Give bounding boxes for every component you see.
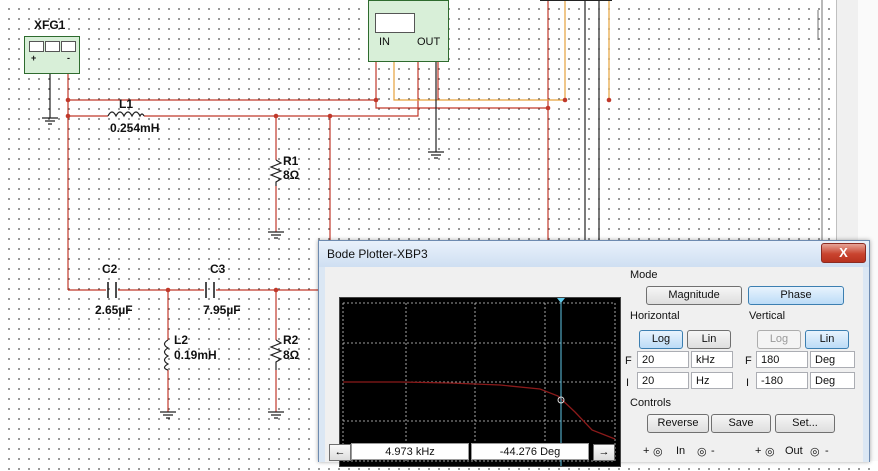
cursor-frequency-readout: 4.973 kHz — [351, 443, 469, 460]
phase-button[interactable]: Phase — [748, 286, 844, 305]
vertical-initial-input[interactable]: -180 — [756, 372, 808, 389]
triangle-wave-icon — [45, 41, 60, 52]
r1-ref: R1 — [283, 154, 299, 168]
horizontal-lin-button[interactable]: Lin — [687, 330, 731, 349]
l1-value: 0.254mH — [110, 121, 160, 135]
l2-ref: L2 — [174, 333, 189, 347]
window-title: Bode Plotter-XBP3 — [327, 247, 428, 261]
r2-value: 8Ω — [283, 348, 300, 362]
out-label: Out — [785, 445, 803, 457]
cursor-value-readout: -44.276 Deg — [471, 443, 589, 460]
in-minus-sign: - — [711, 445, 715, 457]
function-generator-xfg1[interactable]: + - — [24, 36, 80, 74]
inductor-l2-symbol[interactable] — [163, 339, 170, 371]
l2-value: 0.19mH — [174, 348, 217, 362]
in-plus-terminal-icon[interactable]: ◎ — [653, 445, 663, 458]
in-minus-terminal-icon[interactable]: ◎ — [697, 445, 707, 458]
out-minus-terminal-icon[interactable]: ◎ — [810, 445, 820, 458]
horizontal-initial-unit[interactable]: Hz — [691, 372, 733, 389]
vertical-i-label: I — [746, 377, 750, 389]
controls-group-label: Controls — [630, 397, 671, 409]
window-titlebar[interactable]: Bode Plotter-XBP3 X — [319, 241, 869, 267]
vertical-log-button[interactable]: Log — [757, 330, 801, 349]
close-button[interactable]: X — [821, 243, 866, 263]
resistor-r1-symbol[interactable] — [269, 159, 283, 186]
magnitude-button[interactable]: Magnitude — [646, 286, 742, 305]
bode-client-area: Mode Magnitude Phase Horizontal Log Lin … — [325, 267, 863, 467]
cursor-left-button[interactable]: ← — [329, 444, 351, 461]
fg-minus-terminal-label: - — [67, 53, 70, 63]
out-plus-terminal-icon[interactable]: ◎ — [765, 445, 775, 458]
horizontal-i-label: I — [626, 377, 630, 389]
in-plus-sign: + — [643, 445, 650, 457]
out-minus-sign: - — [825, 445, 829, 457]
vertical-f-label: F — [745, 355, 752, 367]
bode-plot-display[interactable] — [339, 297, 621, 467]
vertical-group-label: Vertical — [749, 310, 786, 322]
resistor-r2-symbol[interactable] — [269, 339, 283, 370]
bode-in-label: IN — [379, 36, 390, 48]
c2-value: 2.65µF — [95, 303, 133, 317]
vertical-lin-button[interactable]: Lin — [805, 330, 849, 349]
set-button[interactable]: Set... — [775, 414, 835, 433]
phase-plot-svg — [342, 298, 616, 466]
vertical-final-input[interactable]: 180 — [756, 351, 808, 368]
vertical-final-unit[interactable]: Deg — [810, 351, 855, 368]
cursor-right-button[interactable]: → — [593, 444, 615, 461]
l1-ref: L1 — [119, 97, 134, 111]
c3-value: 7.95µF — [203, 303, 241, 317]
c3-ref: C3 — [210, 262, 226, 276]
horizontal-final-unit[interactable]: kHz — [691, 351, 733, 368]
vertical-initial-unit[interactable]: Deg — [810, 372, 855, 389]
out-plus-sign: + — [755, 445, 762, 457]
in-label: In — [676, 445, 686, 457]
horizontal-initial-input[interactable]: 20 — [637, 372, 689, 389]
square-wave-icon — [61, 41, 76, 52]
save-button[interactable]: Save — [711, 414, 771, 433]
c2-ref: C2 — [102, 262, 118, 276]
fg-ref-label: XFG1 — [34, 18, 66, 32]
fg-plus-terminal-label: + — [31, 53, 37, 63]
bode-plotter-instrument[interactable]: IN OUT — [368, 0, 449, 62]
phase-trace — [343, 381, 616, 440]
bode-out-label: OUT — [417, 36, 441, 48]
horizontal-f-label: F — [625, 355, 632, 367]
reverse-button[interactable]: Reverse — [647, 414, 709, 433]
horizontal-final-input[interactable]: 20 — [637, 351, 689, 368]
horizontal-log-button[interactable]: Log — [639, 330, 683, 349]
bode-plotter-window[interactable]: Bode Plotter-XBP3 X Mode Magnitude Phase… — [318, 240, 870, 467]
mode-group-label: Mode — [630, 269, 658, 281]
sine-wave-icon — [29, 41, 44, 52]
bode-display-icon — [375, 13, 415, 33]
horizontal-group-label: Horizontal — [630, 310, 680, 322]
r2-ref: R2 — [283, 333, 299, 347]
inductor-l1-symbol[interactable] — [107, 111, 145, 118]
cursor-handle-icon[interactable] — [557, 298, 565, 303]
r1-value: 8Ω — [283, 168, 300, 182]
